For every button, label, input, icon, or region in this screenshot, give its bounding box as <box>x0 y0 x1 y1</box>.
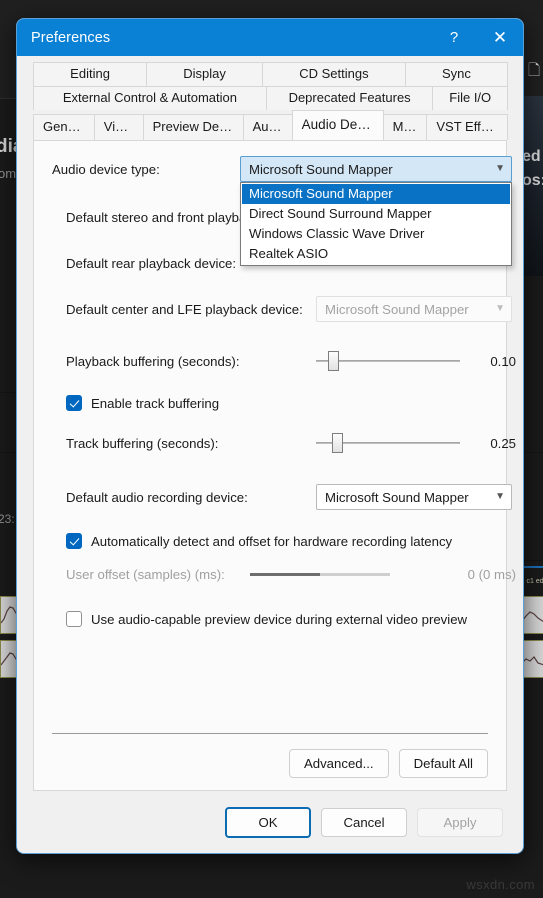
help-icon[interactable]: ? <box>431 19 477 56</box>
watermark: wsxdn.com <box>466 877 535 892</box>
slider-thumb[interactable] <box>331 433 343 453</box>
background-waveform-thumbnail <box>521 640 543 678</box>
tab-row-2: External Control & Automation Deprecated… <box>23 86 517 110</box>
tab-sync[interactable]: Sync <box>404 62 509 86</box>
audio-device-type-label: Audio device type: <box>52 161 160 177</box>
dropdown-option[interactable]: Microsoft Sound Mapper <box>242 184 510 204</box>
audio-device-panel: Audio device type: Microsoft Sound Mappe… <box>33 140 516 791</box>
background-media-text-fragment: ed <box>522 148 541 165</box>
default-all-button[interactable]: Default All <box>398 749 488 778</box>
tab-audio-device[interactable]: Audio Device <box>291 110 384 140</box>
enable-track-buffering-checkbox[interactable] <box>66 395 82 411</box>
chevron-down-icon: ▼ <box>495 491 505 502</box>
tab-external-control-automation[interactable]: External Control & Automation <box>33 86 267 110</box>
user-offset-slider <box>250 563 390 585</box>
slider-fill <box>250 573 320 576</box>
user-offset-value: 0 (0 ms) <box>467 566 516 582</box>
audio-device-type-combo-wrap: Microsoft Sound Mapper ▼ Microsoft Sound… <box>240 156 512 266</box>
tab-editing[interactable]: Editing <box>33 62 148 86</box>
audio-device-type-row: Audio device type: Microsoft Sound Mappe… <box>52 155 512 266</box>
auto-latency-label: Automatically detect and offset for hard… <box>91 533 453 549</box>
tab-row-3: General Video Preview Device Audio Audio… <box>23 110 517 140</box>
playback-buffering-value: 0.10 <box>490 353 516 369</box>
tab-vst-effects[interactable]: VST Effects <box>426 114 508 140</box>
center-lfe-device-value: Microsoft Sound Mapper <box>325 301 469 317</box>
tab-audio[interactable]: Audio <box>242 114 293 140</box>
background-waveform-thumbnail <box>521 596 543 634</box>
tab-preview-device[interactable]: Preview Device <box>142 114 244 140</box>
dropdown-option[interactable]: Realtek ASIO <box>242 244 510 264</box>
dropdown-option[interactable]: Direct Sound Surround Mapper <box>242 204 510 224</box>
dialog-body: Editing Display CD Settings Sync Externa… <box>17 56 523 791</box>
cancel-button[interactable]: Cancel <box>321 807 407 837</box>
dialog-title-bar: Preferences ? ✕ <box>17 19 523 56</box>
track-buffering-value: 0.25 <box>490 435 516 451</box>
rear-device-label: Default rear playback device: <box>66 255 237 271</box>
track-buffering-row: Track buffering (seconds): 0.25 <box>52 431 516 455</box>
auto-latency-checkbox-row[interactable]: Automatically detect and offset for hard… <box>66 533 488 549</box>
preview-device-checkbox-row[interactable]: Use audio-capable preview device during … <box>66 611 488 627</box>
enable-track-buffering-label: Enable track buffering <box>91 395 220 411</box>
playback-buffering-label: Playback buffering (seconds): <box>66 353 240 369</box>
auto-latency-checkbox[interactable] <box>66 533 82 549</box>
background-timecode-fragment: 23: <box>0 512 15 526</box>
copy-icon[interactable]: 🗋 <box>528 60 540 85</box>
playback-buffering-slider[interactable] <box>316 350 460 372</box>
tab-file-io[interactable]: File I/O <box>432 86 508 110</box>
recording-device-value: Microsoft Sound Mapper <box>325 489 469 505</box>
chevron-down-icon: ▼ <box>495 303 505 314</box>
user-offset-label: User offset (samples) (ms): <box>66 566 225 582</box>
dialog-title: Preferences <box>31 29 111 46</box>
recording-device-combobox[interactable]: Microsoft Sound Mapper ▼ <box>316 484 512 510</box>
slider-thumb[interactable] <box>327 351 339 371</box>
center-lfe-device-combobox: Microsoft Sound Mapper ▼ <box>316 296 512 322</box>
audio-device-type-combobox[interactable]: Microsoft Sound Mapper ▼ <box>240 156 512 182</box>
preferences-dialog: Preferences ? ✕ Editing Display CD Setti… <box>16 18 524 854</box>
center-lfe-device-row: Default center and LFE playback device: … <box>52 295 512 323</box>
enable-track-buffering-checkbox-row[interactable]: Enable track buffering <box>66 395 488 411</box>
ok-button[interactable]: OK <box>225 806 311 838</box>
panel-separator <box>52 733 488 734</box>
user-offset-row: User offset (samples) (ms): 0 (0 ms) <box>52 563 516 585</box>
tab-row-1: Editing Display CD Settings Sync <box>23 62 517 86</box>
tab-video[interactable]: Video <box>93 114 144 140</box>
tab-general[interactable]: General <box>33 114 95 140</box>
track-buffering-slider[interactable] <box>316 432 460 454</box>
preview-device-label: Use audio-capable preview device during … <box>91 611 468 627</box>
track-buffering-label: Track buffering (seconds): <box>66 435 219 451</box>
dropdown-option[interactable]: Windows Classic Wave Driver <box>242 224 510 244</box>
recording-device-row: Default audio recording device: Microsof… <box>52 483 512 511</box>
preview-device-checkbox[interactable] <box>66 611 82 627</box>
playback-buffering-row: Playback buffering (seconds): 0.10 <box>52 349 516 373</box>
panel-button-row: Advanced... Default All <box>288 749 488 778</box>
recording-device-label: Default audio recording device: <box>66 489 248 505</box>
apply-button: Apply <box>417 807 503 837</box>
audio-device-type-value: Microsoft Sound Mapper <box>249 161 393 177</box>
background-media-text-fragment-2: os: <box>522 172 543 189</box>
chevron-down-icon: ▼ <box>495 163 505 174</box>
tab-midi[interactable]: MIDI <box>382 114 428 140</box>
audio-device-type-dropdown-list[interactable]: Microsoft Sound Mapper Direct Sound Surr… <box>240 182 512 266</box>
background-subtext-fragment: om <box>0 166 17 181</box>
tab-deprecated-features[interactable]: Deprecated Features <box>265 86 434 110</box>
close-icon[interactable]: ✕ <box>477 19 523 56</box>
center-lfe-device-label: Default center and LFE playback device: <box>66 301 303 317</box>
dialog-footer: OK Cancel Apply <box>17 791 523 853</box>
tab-display[interactable]: Display <box>146 62 264 86</box>
window-controls: ? ✕ <box>431 19 523 56</box>
advanced-button[interactable]: Advanced... <box>288 749 389 778</box>
tab-cd-settings[interactable]: CD Settings <box>262 62 406 86</box>
